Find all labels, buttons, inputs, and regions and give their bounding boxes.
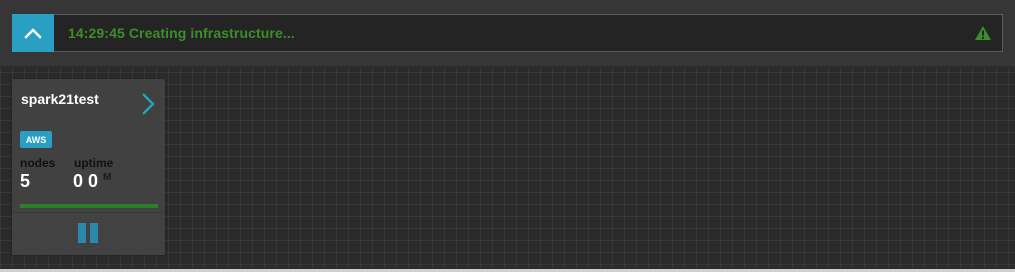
status-message: 14:29:45 Creating infrastructure...: [68, 25, 295, 41]
chevron-right-icon[interactable]: [140, 92, 156, 116]
card-footer: [12, 212, 165, 255]
nodes-label: nodes: [20, 156, 56, 170]
chevron-up-icon: [24, 28, 42, 39]
warning-triangle-icon[interactable]: [974, 25, 992, 41]
pause-icon-bar: [90, 223, 98, 243]
cluster-name[interactable]: spark21test: [21, 91, 99, 107]
status-bar: 14:29:45 Creating infrastructure...: [12, 14, 1003, 52]
uptime-value: 0 0: [73, 171, 99, 191]
pause-button[interactable]: [78, 223, 98, 243]
cluster-card[interactable]: spark21test AWS nodes 5 uptime M 0 0: [12, 79, 165, 255]
collapse-toggle-button[interactable]: [12, 14, 54, 52]
uptime-label: uptime: [74, 156, 114, 170]
status-header: 14:29:45 Creating infrastructure...: [0, 0, 1015, 67]
progress-fill: [20, 204, 158, 208]
nodes-value: 5: [20, 171, 31, 191]
provider-badge: AWS: [20, 131, 52, 148]
progress-bar: [20, 204, 158, 208]
pause-icon: [78, 223, 86, 243]
uptime-unit: M: [103, 172, 112, 183]
